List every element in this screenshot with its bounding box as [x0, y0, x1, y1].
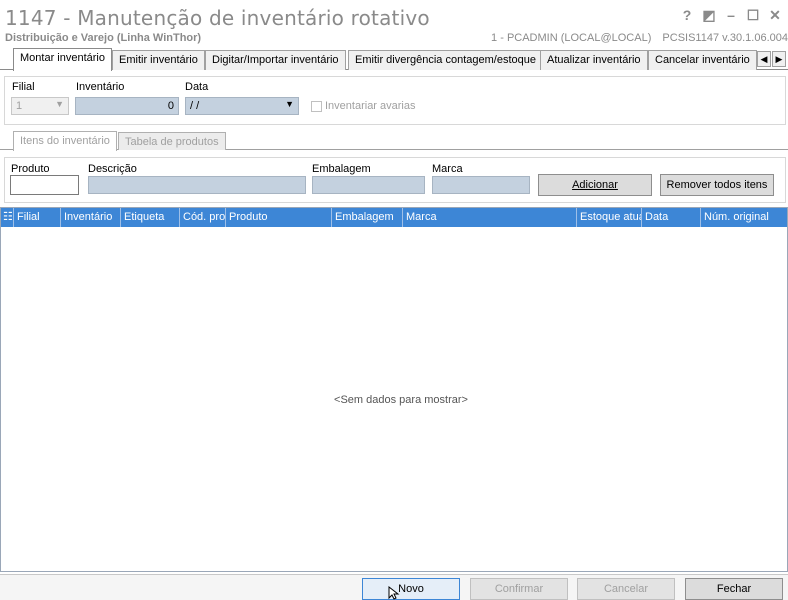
mouse-cursor-icon — [388, 586, 400, 600]
filial-value: 1 — [16, 100, 23, 112]
user-info: 1 - PCADMIN (LOCAL@LOCAL) — [491, 32, 652, 44]
produto-label: Produto — [11, 163, 50, 175]
title-bar: 1147 - Manutenção de inventário rotativo… — [0, 0, 788, 46]
data-label: Data — [185, 81, 209, 93]
column-cod-prod[interactable]: Cód. prod — [180, 208, 226, 227]
inventariar-avarias-checkbox[interactable] — [311, 101, 322, 112]
column-num-original[interactable]: Núm. original — [701, 208, 787, 227]
close-icon[interactable]: ✕ — [764, 6, 786, 24]
window-controls: ? ◩ – ☐ ✕ — [676, 6, 786, 24]
novo-button[interactable]: Novo — [362, 578, 460, 600]
inventario-input[interactable]: 0 — [75, 97, 179, 115]
calendar-dropdown-icon[interactable]: ▼ — [285, 99, 294, 109]
restore-icon[interactable]: ◩ — [698, 6, 720, 24]
embalagem-label: Embalagem — [312, 163, 371, 175]
adicionar-button[interactable]: Adicionar — [538, 174, 652, 196]
sub-tabs: Itens do inventário Tabela de produtos — [0, 131, 788, 151]
fechar-button[interactable]: Fechar — [685, 578, 783, 600]
tab-scroll-left-icon[interactable]: ◀ — [757, 51, 771, 67]
produto-input[interactable] — [10, 175, 79, 195]
descricao-label: Descrição — [88, 163, 137, 175]
maximize-icon[interactable]: ☐ — [742, 6, 764, 24]
tab-scroll-right-icon[interactable]: ▶ — [772, 51, 786, 67]
subtab-tabela-produtos[interactable]: Tabela de produtos — [118, 132, 226, 150]
items-grid[interactable]: ☷ Filial Inventário Etiqueta Cód. prod P… — [0, 207, 788, 572]
tab-digitar-importar[interactable]: Digitar/Importar inventário — [205, 50, 346, 70]
inventariar-avarias-label: Inventariar avarias — [325, 100, 416, 112]
data-input[interactable]: / / ▼ — [185, 97, 299, 115]
filial-dropdown-icon: ▼ — [55, 99, 64, 109]
column-marca[interactable]: Marca — [403, 208, 577, 227]
remover-todos-button[interactable]: Remover todos itens — [660, 174, 774, 196]
cancelar-button[interactable]: Cancelar — [577, 578, 675, 600]
column-estoque-atual[interactable]: Estoque atual — [577, 208, 642, 227]
main-tabs: Montar inventário Emitir inventário Digi… — [0, 48, 788, 71]
confirmar-button[interactable]: Confirmar — [470, 578, 568, 600]
grid-empty-text: <Sem dados para mostrar> — [334, 394, 468, 406]
tab-emitir-inventario[interactable]: Emitir inventário — [112, 50, 205, 70]
filial-select[interactable]: 1 ▼ — [11, 97, 69, 115]
data-value: / / — [190, 100, 200, 112]
window-subtitle: Distribuição e Varejo (Linha WinThor) — [5, 32, 202, 44]
system-info: 1 - PCADMIN (LOCAL@LOCAL) PCSIS1147 v.30… — [483, 32, 788, 44]
embalagem-input[interactable] — [312, 176, 425, 194]
column-filial[interactable]: Filial — [14, 208, 61, 227]
tab-cancelar-inventario[interactable]: Cancelar inventário — [648, 50, 757, 70]
column-chooser-icon[interactable]: ☷ — [1, 208, 14, 227]
column-embalagem[interactable]: Embalagem — [332, 208, 403, 227]
tab-emitir-divergencia[interactable]: Emitir divergência contagem/estoque — [348, 50, 543, 70]
routine-info: PCSIS1147 v.30.1.06.004 — [662, 32, 788, 44]
grid-header: ☷ Filial Inventário Etiqueta Cód. prod P… — [1, 208, 787, 227]
filial-label: Filial — [12, 81, 35, 93]
column-produto[interactable]: Produto — [226, 208, 332, 227]
tab-montar-inventario[interactable]: Montar inventário — [13, 48, 112, 71]
inventario-label: Inventário — [76, 81, 125, 93]
window-title: 1147 - Manutenção de inventário rotativo — [5, 6, 430, 30]
subtab-itens-inventario[interactable]: Itens do inventário — [13, 131, 117, 151]
marca-input[interactable] — [432, 176, 530, 194]
descricao-input[interactable] — [88, 176, 306, 194]
column-data[interactable]: Data — [642, 208, 701, 227]
tab-atualizar-inventario[interactable]: Atualizar inventário — [540, 50, 648, 70]
column-inventario[interactable]: Inventário — [61, 208, 121, 227]
marca-label: Marca — [432, 163, 463, 175]
help-icon[interactable]: ? — [676, 6, 698, 24]
minimize-icon[interactable]: – — [720, 6, 742, 24]
column-etiqueta[interactable]: Etiqueta — [121, 208, 180, 227]
